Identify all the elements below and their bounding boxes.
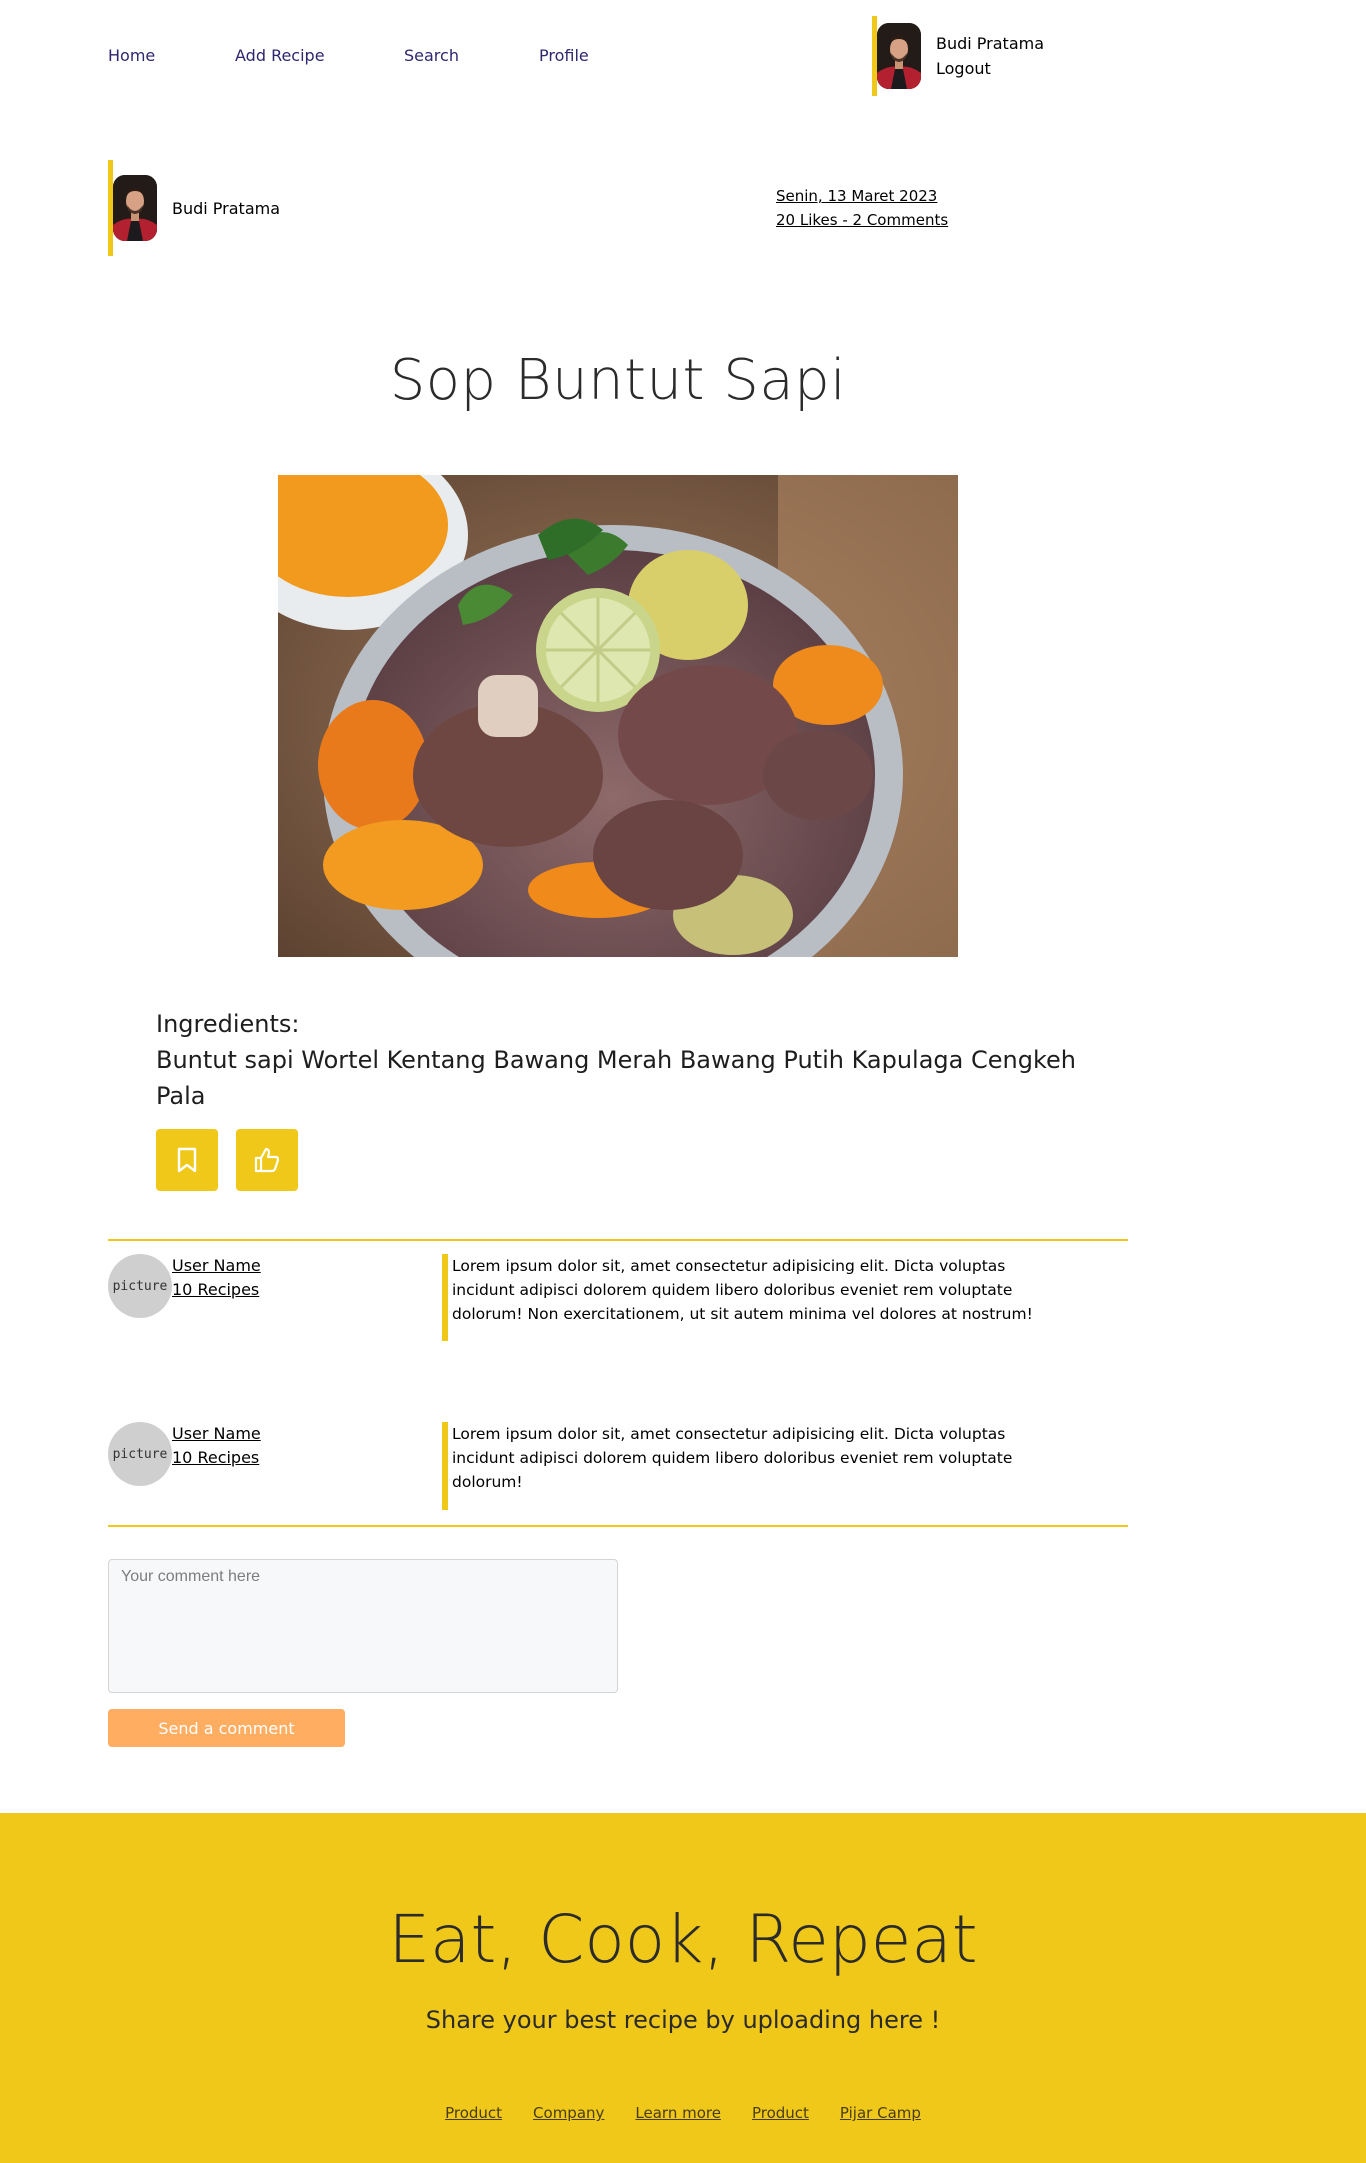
footer-title: Eat, Cook, Repeat: [388, 1901, 978, 1978]
recipe-photo: [278, 475, 958, 957]
bookmark-button[interactable]: [156, 1129, 218, 1191]
footer-link-pijar-camp[interactable]: Pijar Camp: [840, 2104, 921, 2122]
like-button[interactable]: [236, 1129, 298, 1191]
nav-home-link[interactable]: Home: [108, 46, 155, 65]
nav-add-recipe-link[interactable]: Add Recipe: [235, 46, 325, 65]
send-comment-button[interactable]: Send a comment: [108, 1709, 345, 1747]
bookmark-icon: [177, 1147, 197, 1173]
avatar[interactable]: [877, 23, 921, 89]
recipe-actions: [156, 1129, 298, 1191]
footer-link-company[interactable]: Company: [533, 2104, 604, 2122]
post-stats[interactable]: 20 Likes - 2 Comments: [776, 208, 948, 232]
nav-profile-link[interactable]: Profile: [539, 46, 589, 65]
comments-bottom-divider: [108, 1525, 1128, 1527]
logout-link[interactable]: Logout: [936, 59, 1044, 78]
commenter-name[interactable]: User Name: [172, 1254, 261, 1278]
ingredients-list: Buntut sapi Wortel Kentang Bawang Merah …: [156, 1046, 1076, 1110]
commenter-avatar[interactable]: picture: [108, 1254, 172, 1318]
footer-link-product-2[interactable]: Product: [752, 2104, 809, 2122]
post-meta: Senin, 13 Maret 2023 20 Likes - 2 Commen…: [776, 184, 948, 232]
thumbs-up-icon: [254, 1147, 280, 1173]
footer-subtitle: Share your best recipe by uploading here…: [425, 2006, 941, 2034]
commenter-avatar[interactable]: picture: [108, 1422, 172, 1486]
nav-user-name[interactable]: Budi Pratama: [936, 34, 1044, 53]
recipe-title: Sop Buntut Sapi: [389, 348, 847, 413]
nav-user-block: Budi Pratama Logout: [872, 16, 1044, 96]
nav-search-link[interactable]: Search: [404, 46, 459, 65]
comment-text: Lorem ipsum dolor sit, amet consectetur …: [442, 1422, 1062, 1510]
ingredients-section: Ingredients: Buntut sapi Wortel Kentang …: [156, 1006, 1116, 1114]
commenter-recipes-count[interactable]: 10 Recipes: [172, 1446, 261, 1470]
author-name[interactable]: Budi Pratama: [172, 199, 280, 218]
comment-input[interactable]: [108, 1559, 618, 1693]
comments-top-divider: [108, 1239, 1128, 1241]
author-avatar[interactable]: [113, 175, 157, 241]
commenter-recipes-count[interactable]: 10 Recipes: [172, 1278, 261, 1302]
comment-text: Lorem ipsum dolor sit, amet consectetur …: [442, 1254, 1062, 1341]
navbar: Home Add Recipe Search Profile Budi Prat…: [0, 0, 1366, 110]
footer-link-learn-more[interactable]: Learn more: [635, 2104, 721, 2122]
ingredients-label: Ingredients:: [156, 1010, 300, 1038]
post-date: Senin, 13 Maret 2023: [776, 187, 938, 205]
recipe-author: Budi Pratama: [108, 160, 280, 256]
commenter-name[interactable]: User Name: [172, 1422, 261, 1446]
footer-links: Product Company Learn more Product Pijar…: [0, 2104, 1366, 2122]
footer: Eat, Cook, Repeat Share your best recipe…: [0, 1813, 1366, 2163]
footer-link-product[interactable]: Product: [445, 2104, 502, 2122]
